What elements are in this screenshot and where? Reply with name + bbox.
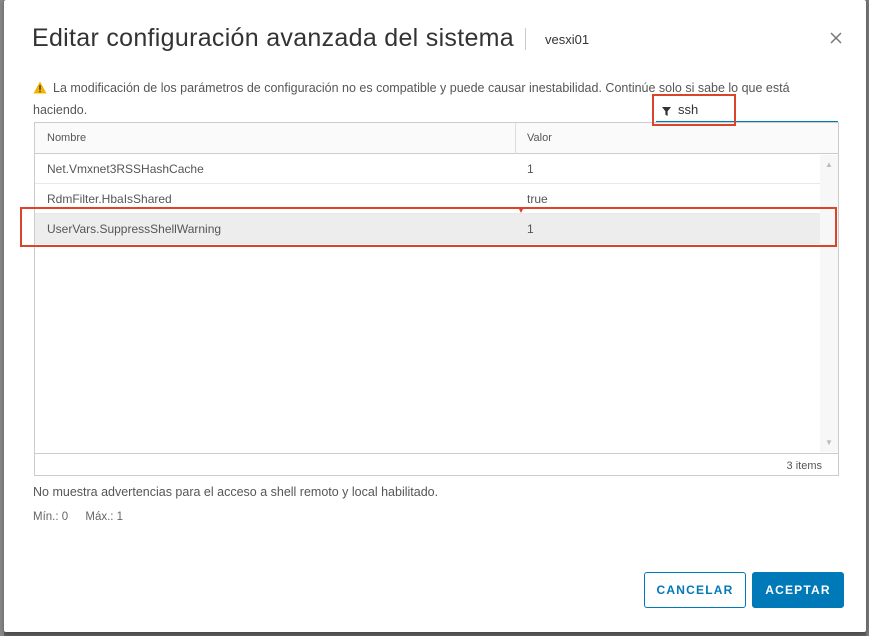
ok-button[interactable]: ACEPTAR — [752, 572, 844, 608]
filter-box[interactable] — [656, 96, 838, 122]
host-name: vesxi01 — [545, 32, 590, 47]
max-value: Máx.: 1 — [85, 511, 124, 523]
table-row[interactable]: RdmFilter.HbaIsShared true — [35, 184, 820, 214]
setting-description: No muestra advertencias para el acceso a… — [33, 485, 439, 499]
close-button[interactable] — [826, 28, 846, 48]
grid-header: Nombre Valor — [35, 123, 838, 154]
scroll-down-icon[interactable]: ▼ — [825, 438, 833, 447]
setting-range: Mín.: 0 Máx.: 1 — [33, 511, 137, 523]
table-row-selected[interactable]: UserVars.SuppressShellWarning 1 — [35, 214, 820, 244]
warning-icon — [33, 80, 47, 100]
filter-icon — [662, 103, 671, 121]
title-separator — [525, 28, 526, 50]
table-row[interactable]: Net.Vmxnet3RSSHashCache 1 — [35, 154, 820, 184]
item-count: 3 items — [786, 460, 822, 472]
setting-value: 1 — [527, 162, 534, 176]
settings-grid: Nombre Valor Net.Vmxnet3RSSHashCache 1 R… — [34, 122, 839, 476]
column-resize-handle[interactable] — [515, 123, 516, 154]
filter-input[interactable] — [678, 100, 828, 118]
column-header-value[interactable]: Valor — [527, 132, 552, 144]
scroll-up-icon[interactable]: ▲ — [825, 160, 833, 169]
vertical-scrollbar[interactable]: ▲ ▼ — [820, 155, 838, 452]
setting-name: RdmFilter.HbaIsShared — [47, 192, 172, 206]
setting-value: true — [527, 192, 548, 206]
column-header-name[interactable]: Nombre — [47, 132, 86, 144]
close-icon — [830, 32, 842, 44]
setting-value: 1 — [527, 222, 534, 236]
cancel-button[interactable]: CANCELAR — [644, 572, 746, 608]
setting-name: UserVars.SuppressShellWarning — [47, 222, 222, 236]
advanced-settings-dialog: Editar configuración avanzada del sistem… — [4, 0, 866, 632]
annotation-marker — [518, 207, 524, 213]
min-value: Mín.: 0 — [33, 511, 69, 523]
setting-name: Net.Vmxnet3RSSHashCache — [47, 162, 204, 176]
grid-footer: 3 items — [35, 453, 838, 475]
dialog-title: Editar configuración avanzada del sistem… — [32, 24, 515, 52]
